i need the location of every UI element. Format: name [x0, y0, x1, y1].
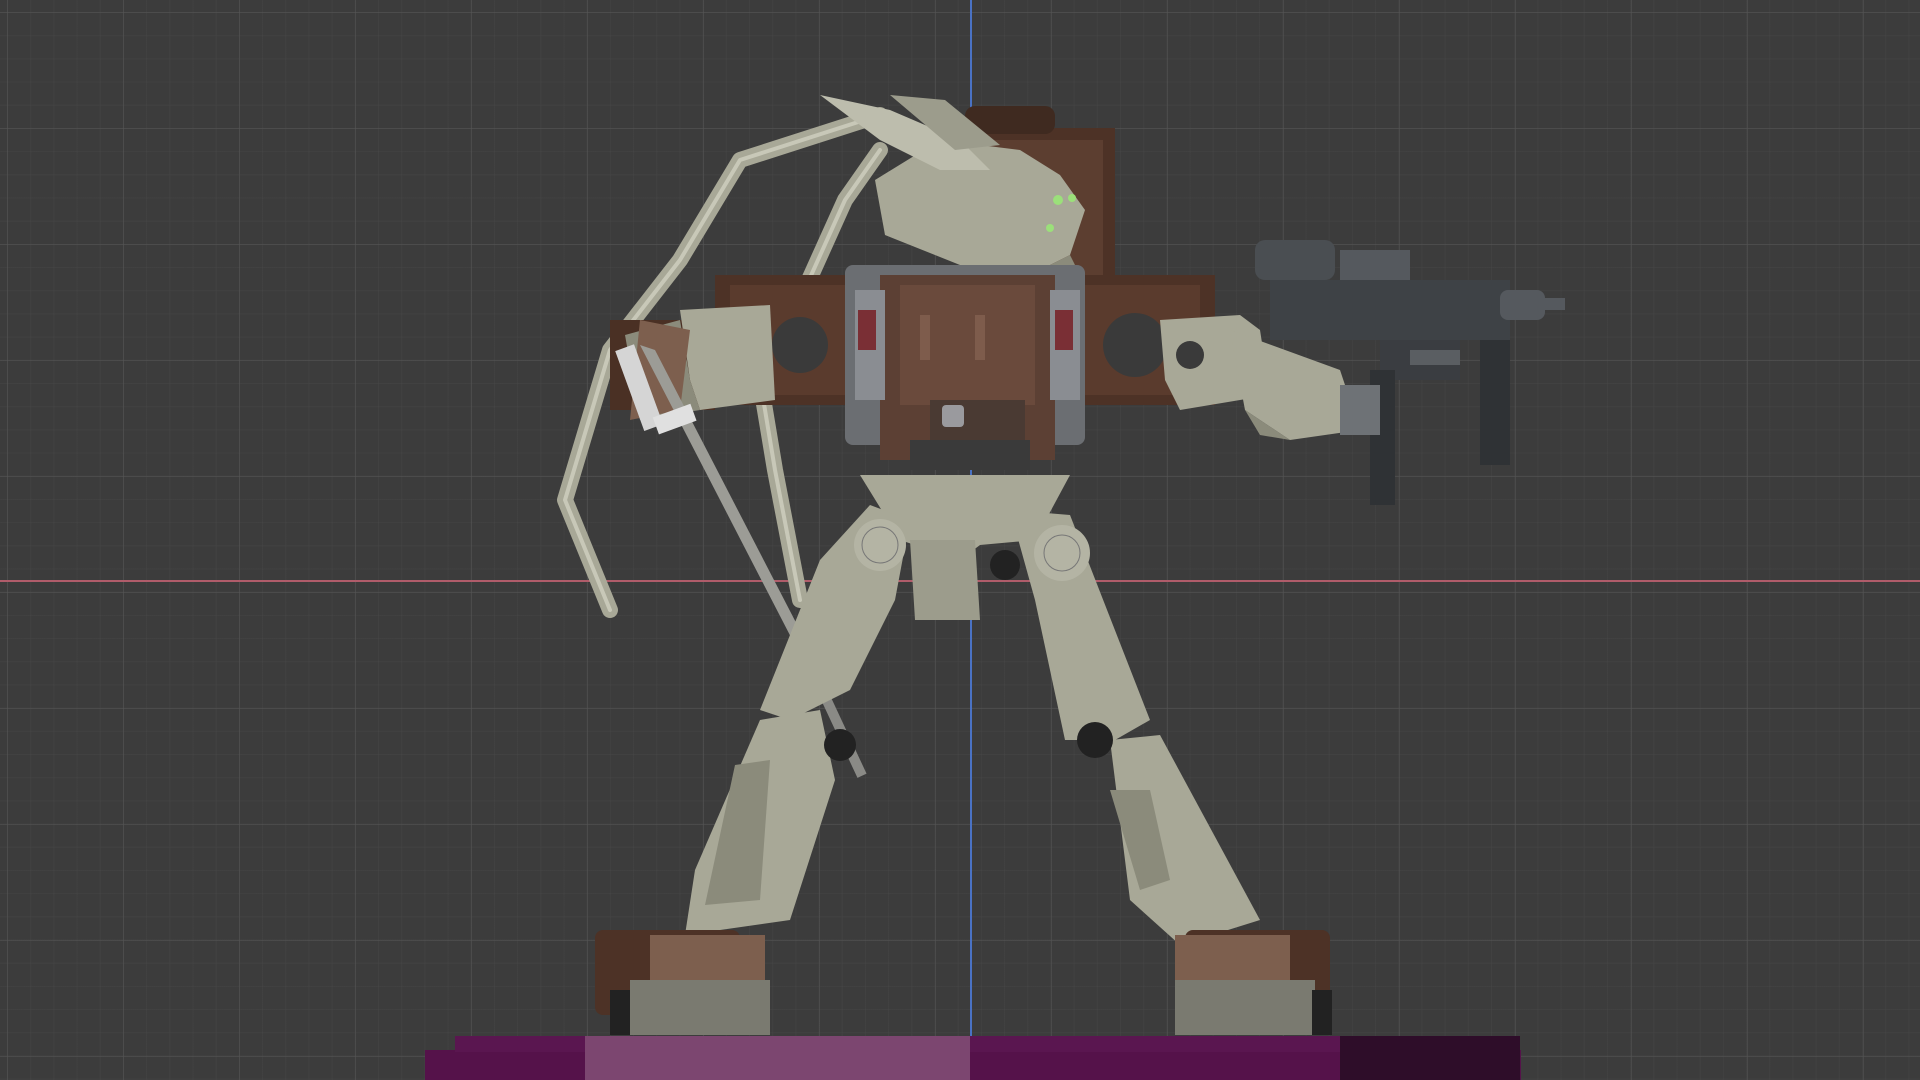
- eye-left: [1053, 195, 1063, 205]
- right-leg: [1010, 510, 1332, 1035]
- eye-lower: [1046, 224, 1054, 232]
- 3d-viewport[interactable]: [0, 0, 1920, 1080]
- eye-right: [1068, 194, 1076, 202]
- mech-robot-model[interactable]: [0, 0, 1920, 1080]
- torso: [845, 265, 1085, 470]
